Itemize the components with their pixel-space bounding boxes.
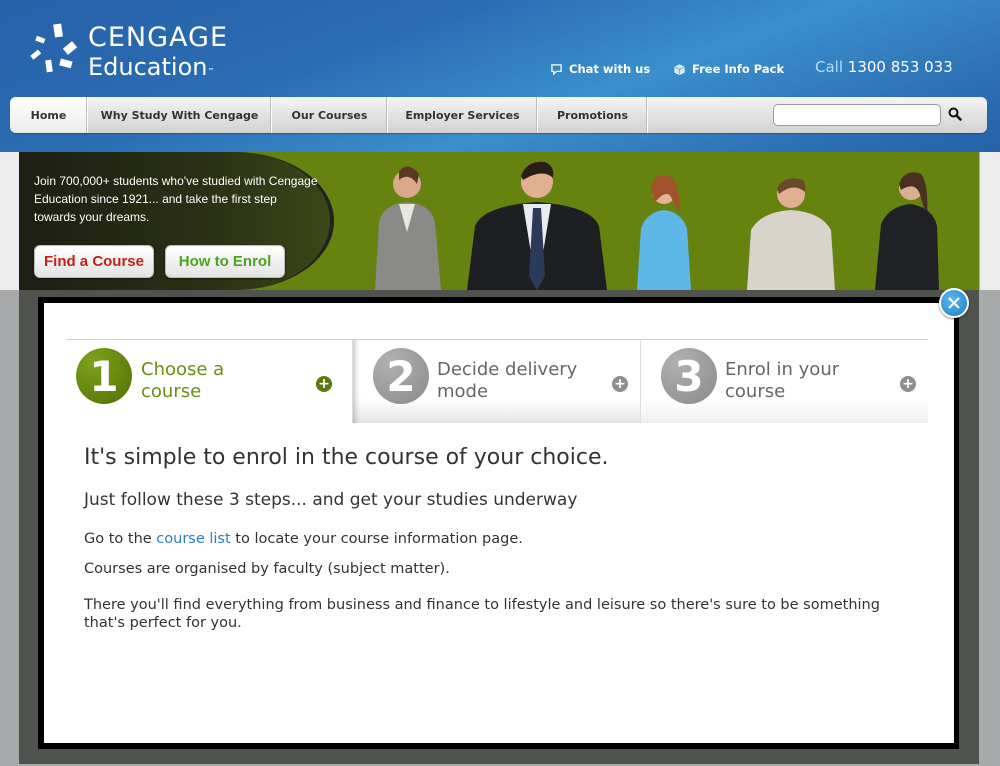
step-label-line1: Decide delivery <box>437 359 578 380</box>
close-x-icon <box>948 297 960 309</box>
person-image <box>467 161 607 290</box>
content-subheading: Just follow these 3 steps... and get you… <box>84 490 578 510</box>
right-gutter <box>980 152 1000 290</box>
step-number-badge: 3 <box>661 348 717 404</box>
expand-plus-icon[interactable]: + <box>316 376 332 392</box>
person-image <box>875 172 939 290</box>
logo-education-word: Education <box>88 53 208 81</box>
chat-bubble-icon <box>551 63 562 75</box>
step-number-badge: 2 <box>373 348 429 404</box>
course-list-link[interactable]: course list <box>156 531 230 547</box>
person-image <box>637 175 691 290</box>
site-header: CENGAGE Education™ Chat with us Free Inf… <box>0 0 1000 152</box>
logo-text-education: Education™ <box>88 53 214 81</box>
step-choose-course[interactable]: 1 Choose a course + <box>66 340 352 423</box>
hero-banner: Join 700,000+ students who've studied wi… <box>19 152 979 290</box>
close-modal-button[interactable] <box>939 288 969 318</box>
nav-our-courses[interactable]: Our Courses <box>272 97 388 133</box>
content-heading: It's simple to enrol in the course of yo… <box>84 445 609 470</box>
nav-why-study-with-cengage[interactable]: Why Study With Cengage <box>88 97 272 133</box>
step-label-line1: Choose a <box>141 359 225 380</box>
step-decide-delivery-mode[interactable]: 2 Decide delivery mode + <box>352 340 640 423</box>
step-label: Decide delivery mode <box>437 359 577 403</box>
box-icon <box>674 63 685 75</box>
step-content: It's simple to enrol in the course of yo… <box>84 445 884 644</box>
free-info-pack-label: Free Info Pack <box>692 62 785 76</box>
trademark: ™ <box>207 67 215 75</box>
step-label-line2: course <box>141 381 202 402</box>
banner-tagline: Join 700,000+ students who've studied wi… <box>34 174 318 224</box>
content-paragraph-2: Courses are organised by faculty (subjec… <box>84 561 450 577</box>
nav-promotions[interactable]: Promotions <box>538 97 648 133</box>
p1-text-after: to locate your course information page. <box>230 531 523 547</box>
person-image <box>747 178 835 290</box>
step-label-line1: Enrol in your <box>725 359 840 380</box>
search-input[interactable] <box>773 104 941 126</box>
left-gutter <box>0 152 19 290</box>
nav-employer-services[interactable]: Employer Services <box>388 97 538 133</box>
search-icon <box>948 107 962 121</box>
phone-number: Call 1300 853 033 <box>815 58 953 76</box>
call-label: Call <box>815 58 844 76</box>
content-paragraph-3: There you'll find everything from busine… <box>84 597 880 631</box>
step-label: Enrol in your course <box>725 359 839 403</box>
cengage-logo[interactable]: CENGAGE Education™ <box>28 22 238 82</box>
enrol-steps: 1 Choose a course + 2 Decide delivery mo… <box>66 339 928 423</box>
phone-digits: 1300 853 033 <box>847 58 953 76</box>
p1-text-before: Go to the <box>84 531 157 547</box>
step-number-badge: 1 <box>76 348 132 404</box>
expand-plus-icon[interactable]: + <box>612 376 628 392</box>
step-label-line2: course <box>725 381 786 402</box>
how-to-enrol-button[interactable]: How to Enrol <box>165 245 285 278</box>
nav-home[interactable]: Home <box>10 97 88 133</box>
search-button[interactable] <box>946 106 964 124</box>
main-nav: Home Why Study With Cengage Our Courses … <box>10 97 987 133</box>
logo-burst-icon <box>30 23 78 73</box>
logo-text-cengage: CENGAGE <box>88 22 229 53</box>
expand-plus-icon[interactable]: + <box>900 376 916 392</box>
step-label-line2: mode <box>437 381 489 402</box>
step-label: Choose a course <box>141 359 224 403</box>
find-a-course-button[interactable]: Find a Course <box>34 245 154 278</box>
content-paragraph-1: Go to the course list to locate your cou… <box>84 530 884 548</box>
free-info-pack-link[interactable]: Free Info Pack <box>674 62 784 76</box>
step-enrol-in-course[interactable]: 3 Enrol in your course + <box>640 340 928 423</box>
chat-with-us-label: Chat with us <box>569 62 651 76</box>
person-image <box>375 166 441 290</box>
chat-with-us-link[interactable]: Chat with us <box>551 62 650 76</box>
